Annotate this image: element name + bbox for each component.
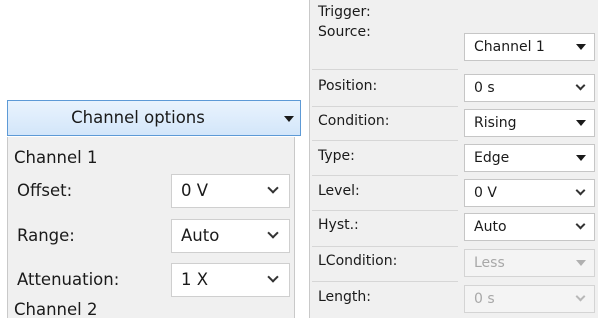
channel-2-title: Channel 2 [14,300,98,319]
attenuation-value: 1 X [181,270,209,289]
dropdown-arrow-icon [576,260,586,266]
dropdown-arrow-icon[interactable] [576,44,586,50]
row-divider [312,175,458,176]
chevron-down-icon[interactable] [267,227,279,239]
row-divider [312,140,458,141]
level-value: 0 V [474,185,497,201]
length-combo: 0 s [464,285,595,313]
row-divider [312,246,458,247]
chevron-down-icon [575,291,586,302]
attenuation-combo[interactable]: 1 X [171,263,290,297]
attenuation-label: Attenuation: [17,270,120,289]
range-label: Range: [17,226,75,245]
position-value: 0 s [474,80,495,96]
channel-options-panel: Channel 1 Offset: 0 V Range: Auto Attenu… [7,137,295,319]
dropdown-arrow-icon[interactable] [576,155,586,161]
hysteresis-value: Auto [474,219,507,235]
hysteresis-label: Hyst.: [318,217,359,233]
hysteresis-combo[interactable]: Auto [464,213,595,241]
offset-label: Offset: [17,181,73,200]
chevron-down-icon[interactable] [267,182,279,194]
lcondition-dropdown: Less [464,249,595,277]
trigger-panel: Trigger: Source: Channel 1 Position: 0 s… [309,0,598,318]
channel-options-label: Channel options [71,108,205,127]
source-value: Channel 1 [474,39,545,55]
length-value: 0 s [474,291,495,307]
level-label: Level: [318,183,360,199]
dropdown-arrow-icon [284,116,294,122]
position-label: Position: [318,78,378,94]
row-divider [312,69,458,70]
dropdown-arrow-icon[interactable] [576,120,586,126]
chevron-down-icon[interactable] [575,80,586,91]
condition-dropdown[interactable]: Rising [464,109,595,137]
type-label: Type: [318,148,355,164]
lcondition-value: Less [474,255,505,271]
level-combo[interactable]: 0 V [464,179,595,207]
condition-value: Rising [474,115,517,131]
channel-options-dropdown[interactable]: Channel options [7,100,301,136]
row-divider [312,106,458,107]
offset-combo[interactable]: 0 V [171,174,290,208]
channel-1-title: Channel 1 [14,148,98,167]
chevron-down-icon[interactable] [575,185,586,196]
type-dropdown[interactable]: Edge [464,144,595,172]
range-value: Auto [181,226,220,245]
row-divider [312,281,458,282]
type-value: Edge [474,150,510,166]
lcondition-label: LCondition: [318,253,398,269]
position-combo[interactable]: 0 s [464,74,595,102]
range-combo[interactable]: Auto [171,219,290,253]
chevron-down-icon[interactable] [575,219,586,230]
chevron-down-icon[interactable] [267,271,279,283]
source-dropdown[interactable]: Channel 1 [464,33,595,61]
offset-value: 0 V [181,181,209,200]
trigger-title: Trigger: [318,4,371,20]
source-label: Source: [318,24,371,40]
row-divider [312,210,458,211]
condition-label: Condition: [318,113,390,129]
length-label: Length: [318,289,372,305]
